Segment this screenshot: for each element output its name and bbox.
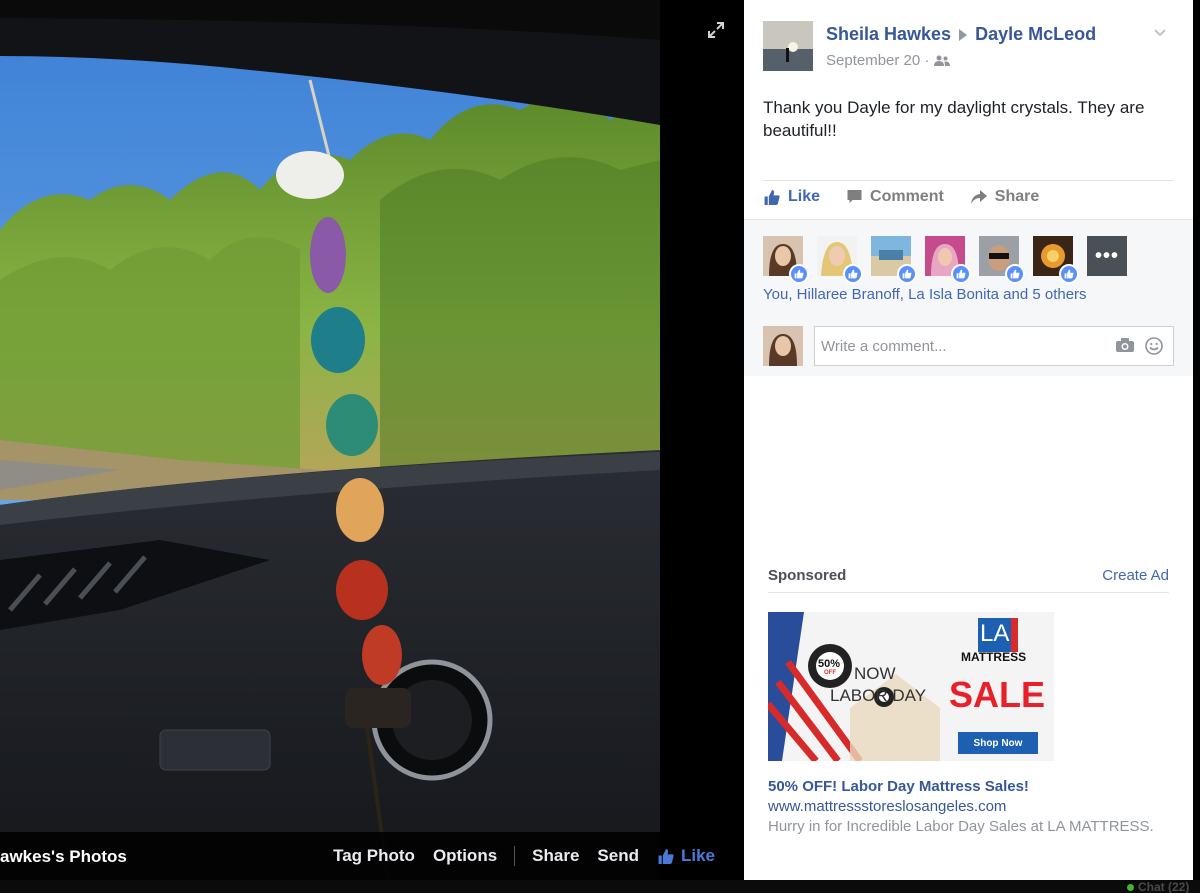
like-badge-icon: [843, 264, 863, 284]
like-badge-icon: [897, 264, 917, 284]
sponsored-header: Sponsored Create Ad: [768, 567, 1169, 584]
post-meta: September 20 ·: [826, 52, 951, 69]
comment-icon: [847, 190, 862, 203]
like-badge-icon: [951, 264, 971, 284]
liker-avatar[interactable]: [817, 236, 863, 284]
like-label: Like: [788, 188, 821, 205]
ad-banner-sale: SALE: [949, 674, 1046, 715]
comment-input[interactable]: [815, 328, 1105, 364]
ad-banner-logo-bottom: MATTRESS: [961, 650, 1027, 664]
sponsored-label: Sponsored: [768, 567, 847, 584]
like-button[interactable]: Like: [763, 188, 820, 206]
liker-avatar[interactable]: [763, 236, 809, 284]
liker-avatar[interactable]: [925, 236, 971, 284]
photo-viewer: awkes's Photos Tag Photo Options Share S…: [0, 0, 1200, 893]
bar-divider: [514, 846, 516, 866]
photo-share-button[interactable]: Share: [523, 846, 588, 866]
photo-area: awkes's Photos Tag Photo Options Share S…: [0, 0, 744, 880]
emoji-icon[interactable]: [1145, 337, 1163, 355]
thumbs-up-icon: [658, 848, 674, 864]
chat-bar: [0, 880, 1200, 893]
reactions-and-comments: ••• You, Hillaree Branoff, La Isla Bonit…: [744, 219, 1193, 376]
ad-banner-now: NOW: [854, 664, 896, 683]
sponsored-divider: [768, 592, 1169, 593]
like-badge-icon: [789, 264, 809, 284]
post-actions: Like Comment Share: [763, 188, 1039, 206]
share-arrow-icon: [970, 190, 987, 204]
current-user-avatar: [763, 326, 803, 366]
album-title-link[interactable]: awkes's Photos: [0, 847, 127, 867]
ad-banner-percent: 50%: [818, 658, 841, 670]
arrow-right-icon: [959, 28, 968, 41]
liker-avatar[interactable]: [871, 236, 917, 284]
ad-banner-off: OFF: [824, 670, 836, 676]
options-button[interactable]: Options: [424, 846, 506, 866]
fullscreen-expand-icon[interactable]: [706, 20, 726, 40]
ad-banner-holiday: LABOR DAY: [830, 686, 927, 705]
comment-composer: [763, 326, 1174, 366]
chat-button[interactable]: Chat (22): [1138, 880, 1189, 893]
panel-edge: [1193, 0, 1200, 880]
ad-url-link[interactable]: www.mattressstoreslosangeles.com: [768, 798, 1006, 815]
ad-shop-now-button[interactable]: Shop Now: [958, 732, 1038, 754]
create-ad-link[interactable]: Create Ad: [1102, 567, 1169, 584]
post-date-link[interactable]: September 20 ·: [826, 52, 929, 69]
camera-icon[interactable]: [1115, 337, 1135, 353]
post-header: Sheila Hawkes Dayle McLeod: [826, 24, 1096, 45]
liker-avatar[interactable]: [1033, 236, 1079, 284]
post-text: Thank you Dayle for my daylight crystals…: [763, 98, 1145, 140]
actions-divider: [763, 180, 1174, 181]
ad-description: Hurry in for Incredible Labor Day Sales …: [768, 818, 1154, 835]
friends-icon[interactable]: [934, 55, 951, 67]
send-button[interactable]: Send: [588, 846, 648, 866]
likers-row: •••: [763, 236, 1127, 284]
likes-summary-link[interactable]: You, Hillaree Branoff, La Isla Bonita an…: [763, 286, 1087, 303]
photo[interactable]: [0, 0, 660, 880]
like-badge-icon: [1005, 264, 1025, 284]
thumbs-up-icon: [764, 189, 780, 205]
tag-photo-button[interactable]: Tag Photo: [324, 846, 424, 866]
liker-avatar[interactable]: [979, 236, 1025, 284]
comment-box: [814, 326, 1174, 366]
comment-button[interactable]: Comment: [846, 188, 944, 206]
comment-label: Comment: [870, 188, 944, 205]
chevron-down-icon[interactable]: [1152, 24, 1168, 40]
ad-title-link[interactable]: 50% OFF! Labor Day Mattress Sales!: [768, 778, 1029, 795]
recipient-name-link[interactable]: Dayle McLeod: [975, 24, 1096, 45]
ad-banner-logo-top: LA: [980, 620, 1010, 647]
photo-like-button[interactable]: Like: [648, 846, 724, 866]
photo-like-label: Like: [680, 846, 715, 865]
online-status-icon: [1127, 884, 1134, 891]
photo-actions-bar: awkes's Photos Tag Photo Options Share S…: [0, 832, 744, 880]
ad-banner[interactable]: 50% OFF NOW LABOR DAY LA MATTRESS SALE S…: [768, 612, 1054, 761]
photo-bar-actions: Tag Photo Options Share Send Like: [324, 846, 724, 866]
share-label: Share: [994, 188, 1040, 205]
like-badge-icon: [1059, 264, 1079, 284]
author-name-link[interactable]: Sheila Hawkes: [826, 24, 951, 45]
author-avatar[interactable]: [763, 21, 813, 71]
more-likers-button[interactable]: •••: [1087, 236, 1127, 276]
share-button[interactable]: Share: [970, 188, 1039, 206]
post-panel: Sheila Hawkes Dayle McLeod September 20 …: [744, 0, 1193, 880]
